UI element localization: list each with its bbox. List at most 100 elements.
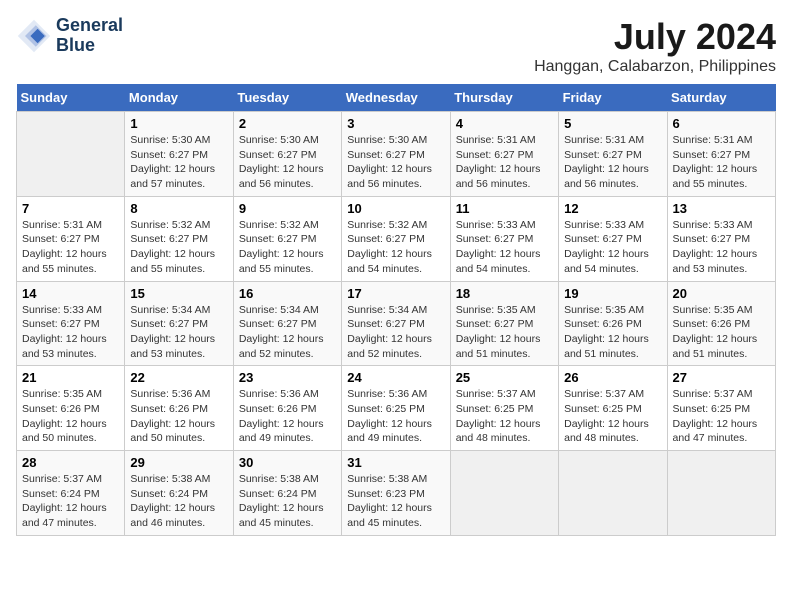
day-info: Sunrise: 5:33 AM Sunset: 6:27 PM Dayligh… [673, 218, 770, 277]
calendar-cell [450, 451, 558, 536]
day-number: 22 [130, 370, 227, 385]
calendar-cell: 31 Sunrise: 5:38 AM Sunset: 6:23 PM Dayli… [342, 451, 450, 536]
week-row-1: 1 Sunrise: 5:30 AM Sunset: 6:27 PM Daylig… [17, 112, 776, 197]
day-number: 10 [347, 201, 444, 216]
day-info: Sunrise: 5:33 AM Sunset: 6:27 PM Dayligh… [564, 218, 661, 277]
calendar-cell: 11 Sunrise: 5:33 AM Sunset: 6:27 PM Dayli… [450, 196, 558, 281]
calendar-cell: 17 Sunrise: 5:34 AM Sunset: 6:27 PM Dayli… [342, 281, 450, 366]
day-number: 7 [22, 201, 119, 216]
day-number: 1 [130, 116, 227, 131]
calendar-cell: 21 Sunrise: 5:35 AM Sunset: 6:26 PM Dayli… [17, 366, 125, 451]
calendar-cell [17, 112, 125, 197]
header-cell-friday: Friday [559, 84, 667, 112]
day-number: 28 [22, 455, 119, 470]
calendar-cell [667, 451, 775, 536]
calendar-cell: 10 Sunrise: 5:32 AM Sunset: 6:27 PM Dayli… [342, 196, 450, 281]
calendar-cell: 28 Sunrise: 5:37 AM Sunset: 6:24 PM Dayli… [17, 451, 125, 536]
day-info: Sunrise: 5:30 AM Sunset: 6:27 PM Dayligh… [239, 133, 336, 192]
day-number: 11 [456, 201, 553, 216]
day-number: 2 [239, 116, 336, 131]
day-number: 5 [564, 116, 661, 131]
day-info: Sunrise: 5:35 AM Sunset: 6:27 PM Dayligh… [456, 303, 553, 362]
header-cell-monday: Monday [125, 84, 233, 112]
day-info: Sunrise: 5:30 AM Sunset: 6:27 PM Dayligh… [130, 133, 227, 192]
day-info: Sunrise: 5:31 AM Sunset: 6:27 PM Dayligh… [456, 133, 553, 192]
day-info: Sunrise: 5:37 AM Sunset: 6:25 PM Dayligh… [456, 387, 553, 446]
day-info: Sunrise: 5:36 AM Sunset: 6:26 PM Dayligh… [130, 387, 227, 446]
header-row: SundayMondayTuesdayWednesdayThursdayFrid… [17, 84, 776, 112]
day-number: 4 [456, 116, 553, 131]
day-info: Sunrise: 5:36 AM Sunset: 6:26 PM Dayligh… [239, 387, 336, 446]
day-info: Sunrise: 5:36 AM Sunset: 6:25 PM Dayligh… [347, 387, 444, 446]
day-info: Sunrise: 5:32 AM Sunset: 6:27 PM Dayligh… [347, 218, 444, 277]
day-number: 19 [564, 286, 661, 301]
day-number: 15 [130, 286, 227, 301]
title-block: July 2024 Hanggan, Calabarzon, Philippin… [534, 16, 776, 76]
day-info: Sunrise: 5:35 AM Sunset: 6:26 PM Dayligh… [673, 303, 770, 362]
day-info: Sunrise: 5:38 AM Sunset: 6:24 PM Dayligh… [130, 472, 227, 531]
header-cell-wednesday: Wednesday [342, 84, 450, 112]
week-row-2: 7 Sunrise: 5:31 AM Sunset: 6:27 PM Daylig… [17, 196, 776, 281]
day-info: Sunrise: 5:33 AM Sunset: 6:27 PM Dayligh… [456, 218, 553, 277]
day-info: Sunrise: 5:31 AM Sunset: 6:27 PM Dayligh… [22, 218, 119, 277]
calendar-cell: 18 Sunrise: 5:35 AM Sunset: 6:27 PM Dayli… [450, 281, 558, 366]
day-number: 25 [456, 370, 553, 385]
day-info: Sunrise: 5:30 AM Sunset: 6:27 PM Dayligh… [347, 133, 444, 192]
calendar-cell: 6Sunrise: 5:31 AM Sunset: 6:27 PM Daylig… [667, 112, 775, 197]
day-number: 18 [456, 286, 553, 301]
day-number: 9 [239, 201, 336, 216]
day-info: Sunrise: 5:37 AM Sunset: 6:25 PM Dayligh… [564, 387, 661, 446]
logo-line1: General [56, 16, 123, 36]
day-number: 30 [239, 455, 336, 470]
day-number: 24 [347, 370, 444, 385]
calendar-cell: 27Sunrise: 5:37 AM Sunset: 6:25 PM Dayli… [667, 366, 775, 451]
day-info: Sunrise: 5:37 AM Sunset: 6:24 PM Dayligh… [22, 472, 119, 531]
subtitle: Hanggan, Calabarzon, Philippines [534, 58, 776, 76]
day-info: Sunrise: 5:31 AM Sunset: 6:27 PM Dayligh… [564, 133, 661, 192]
day-info: Sunrise: 5:38 AM Sunset: 6:23 PM Dayligh… [347, 472, 444, 531]
day-number: 23 [239, 370, 336, 385]
day-info: Sunrise: 5:34 AM Sunset: 6:27 PM Dayligh… [130, 303, 227, 362]
calendar-cell: 12 Sunrise: 5:33 AM Sunset: 6:27 PM Dayli… [559, 196, 667, 281]
day-info: Sunrise: 5:32 AM Sunset: 6:27 PM Dayligh… [239, 218, 336, 277]
day-info: Sunrise: 5:37 AM Sunset: 6:25 PM Dayligh… [673, 387, 770, 446]
day-number: 31 [347, 455, 444, 470]
header-cell-sunday: Sunday [17, 84, 125, 112]
week-row-3: 14Sunrise: 5:33 AM Sunset: 6:27 PM Dayli… [17, 281, 776, 366]
calendar-cell: 24 Sunrise: 5:36 AM Sunset: 6:25 PM Dayli… [342, 366, 450, 451]
calendar-cell: 1 Sunrise: 5:30 AM Sunset: 6:27 PM Daylig… [125, 112, 233, 197]
calendar-cell: 4 Sunrise: 5:31 AM Sunset: 6:27 PM Daylig… [450, 112, 558, 197]
day-number: 17 [347, 286, 444, 301]
page-header: General Blue July 2024 Hanggan, Calabarz… [16, 16, 776, 76]
calendar-cell: 14Sunrise: 5:33 AM Sunset: 6:27 PM Dayli… [17, 281, 125, 366]
day-number: 3 [347, 116, 444, 131]
day-number: 20 [673, 286, 770, 301]
calendar-table: SundayMondayTuesdayWednesdayThursdayFrid… [16, 84, 776, 536]
day-info: Sunrise: 5:38 AM Sunset: 6:24 PM Dayligh… [239, 472, 336, 531]
calendar-cell: 7 Sunrise: 5:31 AM Sunset: 6:27 PM Daylig… [17, 196, 125, 281]
day-number: 16 [239, 286, 336, 301]
day-info: Sunrise: 5:35 AM Sunset: 6:26 PM Dayligh… [22, 387, 119, 446]
header-cell-saturday: Saturday [667, 84, 775, 112]
calendar-cell: 16Sunrise: 5:34 AM Sunset: 6:27 PM Dayli… [233, 281, 341, 366]
day-info: Sunrise: 5:34 AM Sunset: 6:27 PM Dayligh… [347, 303, 444, 362]
day-number: 12 [564, 201, 661, 216]
calendar-cell: 8Sunrise: 5:32 AM Sunset: 6:27 PM Daylig… [125, 196, 233, 281]
calendar-cell: 15 Sunrise: 5:34 AM Sunset: 6:27 PM Dayli… [125, 281, 233, 366]
day-number: 8 [130, 201, 227, 216]
header-cell-thursday: Thursday [450, 84, 558, 112]
calendar-cell: 9 Sunrise: 5:32 AM Sunset: 6:27 PM Daylig… [233, 196, 341, 281]
calendar-cell: 2 Sunrise: 5:30 AM Sunset: 6:27 PM Daylig… [233, 112, 341, 197]
logo: General Blue [16, 16, 123, 56]
logo-line2: Blue [56, 36, 123, 56]
week-row-5: 28 Sunrise: 5:37 AM Sunset: 6:24 PM Dayli… [17, 451, 776, 536]
day-info: Sunrise: 5:35 AM Sunset: 6:26 PM Dayligh… [564, 303, 661, 362]
calendar-cell: 29Sunrise: 5:38 AM Sunset: 6:24 PM Dayli… [125, 451, 233, 536]
calendar-cell: 19 Sunrise: 5:35 AM Sunset: 6:26 PM Dayli… [559, 281, 667, 366]
day-number: 14 [22, 286, 119, 301]
header-cell-tuesday: Tuesday [233, 84, 341, 112]
calendar-cell: 20 Sunrise: 5:35 AM Sunset: 6:26 PM Dayli… [667, 281, 775, 366]
calendar-cell: 5 Sunrise: 5:31 AM Sunset: 6:27 PM Daylig… [559, 112, 667, 197]
calendar-cell [559, 451, 667, 536]
day-number: 21 [22, 370, 119, 385]
